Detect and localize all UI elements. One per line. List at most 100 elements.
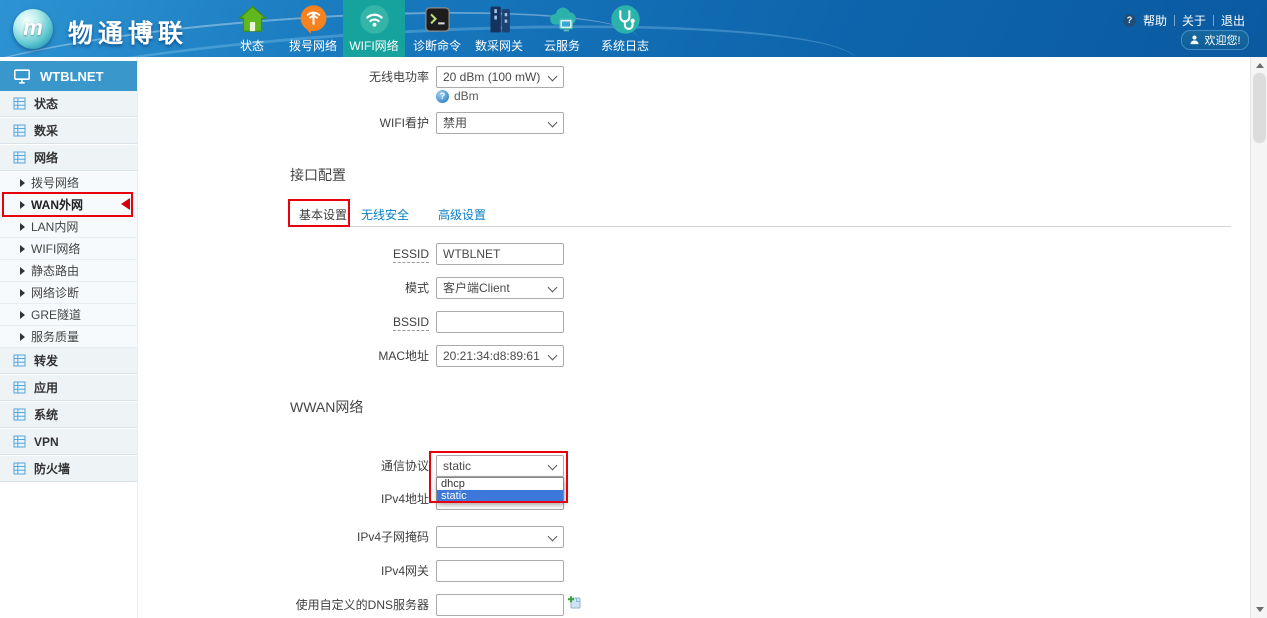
sidebar-subitem-qos[interactable]: 服务质量 [0,326,137,348]
nav-item-data-gateway[interactable]: 数采网关 [468,0,530,57]
custom-dns-input[interactable] [436,594,564,616]
grid-icon [13,408,26,421]
brand-logo-icon: m [13,9,53,49]
sidebar-item-label: 应用 [34,379,58,396]
chevron-down-icon [548,72,558,82]
grid-icon [13,435,26,448]
sidebar-item-forwarding[interactable]: 转发 [0,348,137,374]
nav-item-diagnostic-command[interactable]: 诊断命令 [406,0,468,57]
tab-basic-settings[interactable]: 基本设置 [299,206,347,223]
radio-power-select[interactable]: 20 dBm (100 mW) [436,66,564,88]
sidebar-item-applications[interactable]: 应用 [0,375,137,401]
sidebar-subitem-lan-network[interactable]: LAN内网 [0,216,137,238]
nav-item-wifi-network[interactable]: WIFI网络 [343,0,405,57]
sidebar-subitem-dialup-network[interactable]: 拨号网络 [0,172,137,194]
help-ball-icon: ? [436,90,449,103]
scroll-up-arrow-icon[interactable] [1256,63,1264,68]
tab-advanced-settings[interactable]: 高级设置 [438,206,486,223]
mac-select[interactable]: 20:21:34:d8:89:61 [436,345,564,367]
sidebar-item-firewall[interactable]: 防火墙 [0,456,137,482]
sidebar-item-network[interactable]: 网络 [0,145,137,171]
sidebar-item-label: 状态 [34,95,58,112]
protocol-select[interactable]: static [436,455,564,477]
sidebar-item-label: LAN内网 [31,218,78,235]
triangle-right-icon [20,179,25,187]
sidebar-item-label: 网络 [34,149,58,166]
field-label-bssid: BSSID [137,311,429,333]
welcome-user-button[interactable]: 欢迎您! [1181,30,1249,50]
nav-item-cloud-service[interactable]: 云服务 [531,0,593,57]
sidebar-subitem-wan-network[interactable]: WAN外网 [0,194,137,216]
house-icon [237,4,268,35]
sidebar-item-system[interactable]: 系统 [0,402,137,428]
sidebar-item-label: 数采 [34,122,58,139]
radio-tower-icon [298,4,329,35]
chevron-down-icon [548,461,558,471]
add-dns-entry-icon[interactable] [567,595,581,614]
header-links: ? 帮助 关于 退出 [1123,12,1245,29]
triangle-right-icon [20,201,25,209]
bssid-input[interactable] [436,311,564,333]
help-link[interactable]: 帮助 [1143,12,1167,29]
sidebar-subitem-gre-tunnel[interactable]: GRE隧道 [0,304,137,326]
triangle-right-icon [20,333,25,341]
grid-icon [13,97,26,110]
nav-item-status[interactable]: 状态 [221,0,283,57]
scroll-down-arrow-icon[interactable] [1256,607,1264,612]
protocol-option-dhcp[interactable]: dhcp [437,478,563,490]
nav-item-system-log[interactable]: 系统日志 [594,0,656,57]
mode-select[interactable]: 客户端Client [436,277,564,299]
about-link[interactable]: 关于 [1182,12,1206,29]
protocol-option-static[interactable]: static [437,490,563,502]
bssid-label-text: BSSID [393,315,429,331]
triangle-right-icon [20,267,25,275]
protocol-dropdown: dhcp static [436,477,564,503]
tab-wireless-security[interactable]: 无线安全 [361,206,409,223]
monitor-icon [13,68,31,85]
nav-label: 拨号网络 [282,37,344,54]
brand-logo-letter: m [13,15,53,41]
field-label-ipv4-gateway: IPv4网关 [137,560,429,582]
nav-item-dialup-network[interactable]: 拨号网络 [282,0,344,57]
sidebar-item-status[interactable]: 状态 [0,91,137,117]
tabs-underline [290,226,1231,227]
field-label-mac: MAC地址 [137,345,429,367]
triangle-right-icon [20,245,25,253]
page: m 物通博联 状态 拨号网络 WIFI网络 诊断命令 [0,0,1267,618]
sidebar-subitem-wifi-network[interactable]: WIFI网络 [0,238,137,260]
sidebar-subitem-network-diagnosis[interactable]: 网络诊断 [0,282,137,304]
user-icon [1189,34,1200,46]
field-label-ipv4-address: IPv4地址 [137,488,429,510]
cloud-icon [547,4,578,35]
scrollbar-thumb[interactable] [1253,73,1266,143]
section-title-wwan: WWAN网络 [290,397,363,417]
sidebar-item-label: WAN外网 [31,196,83,213]
sidebar-device-header[interactable]: WTBLNET [0,61,137,91]
sidebar-item-data-collection[interactable]: 数采 [0,118,137,144]
top-header-bar: m 物通博联 状态 拨号网络 WIFI网络 诊断命令 [0,0,1267,57]
sidebar-item-label: WIFI网络 [31,240,80,257]
ipv4-gateway-input[interactable] [436,560,564,582]
wifi-icon [359,4,390,35]
nav-label: 系统日志 [594,37,656,54]
wifi-watch-value: 禁用 [443,116,467,130]
grid-icon [13,151,26,164]
note-text: dBm [454,89,479,103]
essid-label-text: ESSID [393,247,429,263]
divider [1174,15,1175,26]
sidebar-item-label: VPN [34,435,59,449]
sidebar-item-label: 系统 [34,406,58,423]
field-label-custom-dns: 使用自定义的DNS服务器 [137,594,429,616]
wifi-watch-select[interactable]: 禁用 [436,112,564,134]
grid-icon [13,462,26,475]
vertical-scrollbar[interactable] [1250,57,1267,618]
sidebar-item-vpn[interactable]: VPN [0,429,137,455]
sidebar-subitem-static-route[interactable]: 静态路由 [0,260,137,282]
annotation-arrow-icon [121,198,130,210]
logout-link[interactable]: 退出 [1221,12,1245,29]
essid-input[interactable] [436,243,564,265]
mode-value: 客户端Client [443,281,510,295]
ipv4-netmask-select[interactable] [436,526,564,548]
chevron-down-icon [548,532,558,542]
sidebar-item-label: 转发 [34,352,58,369]
